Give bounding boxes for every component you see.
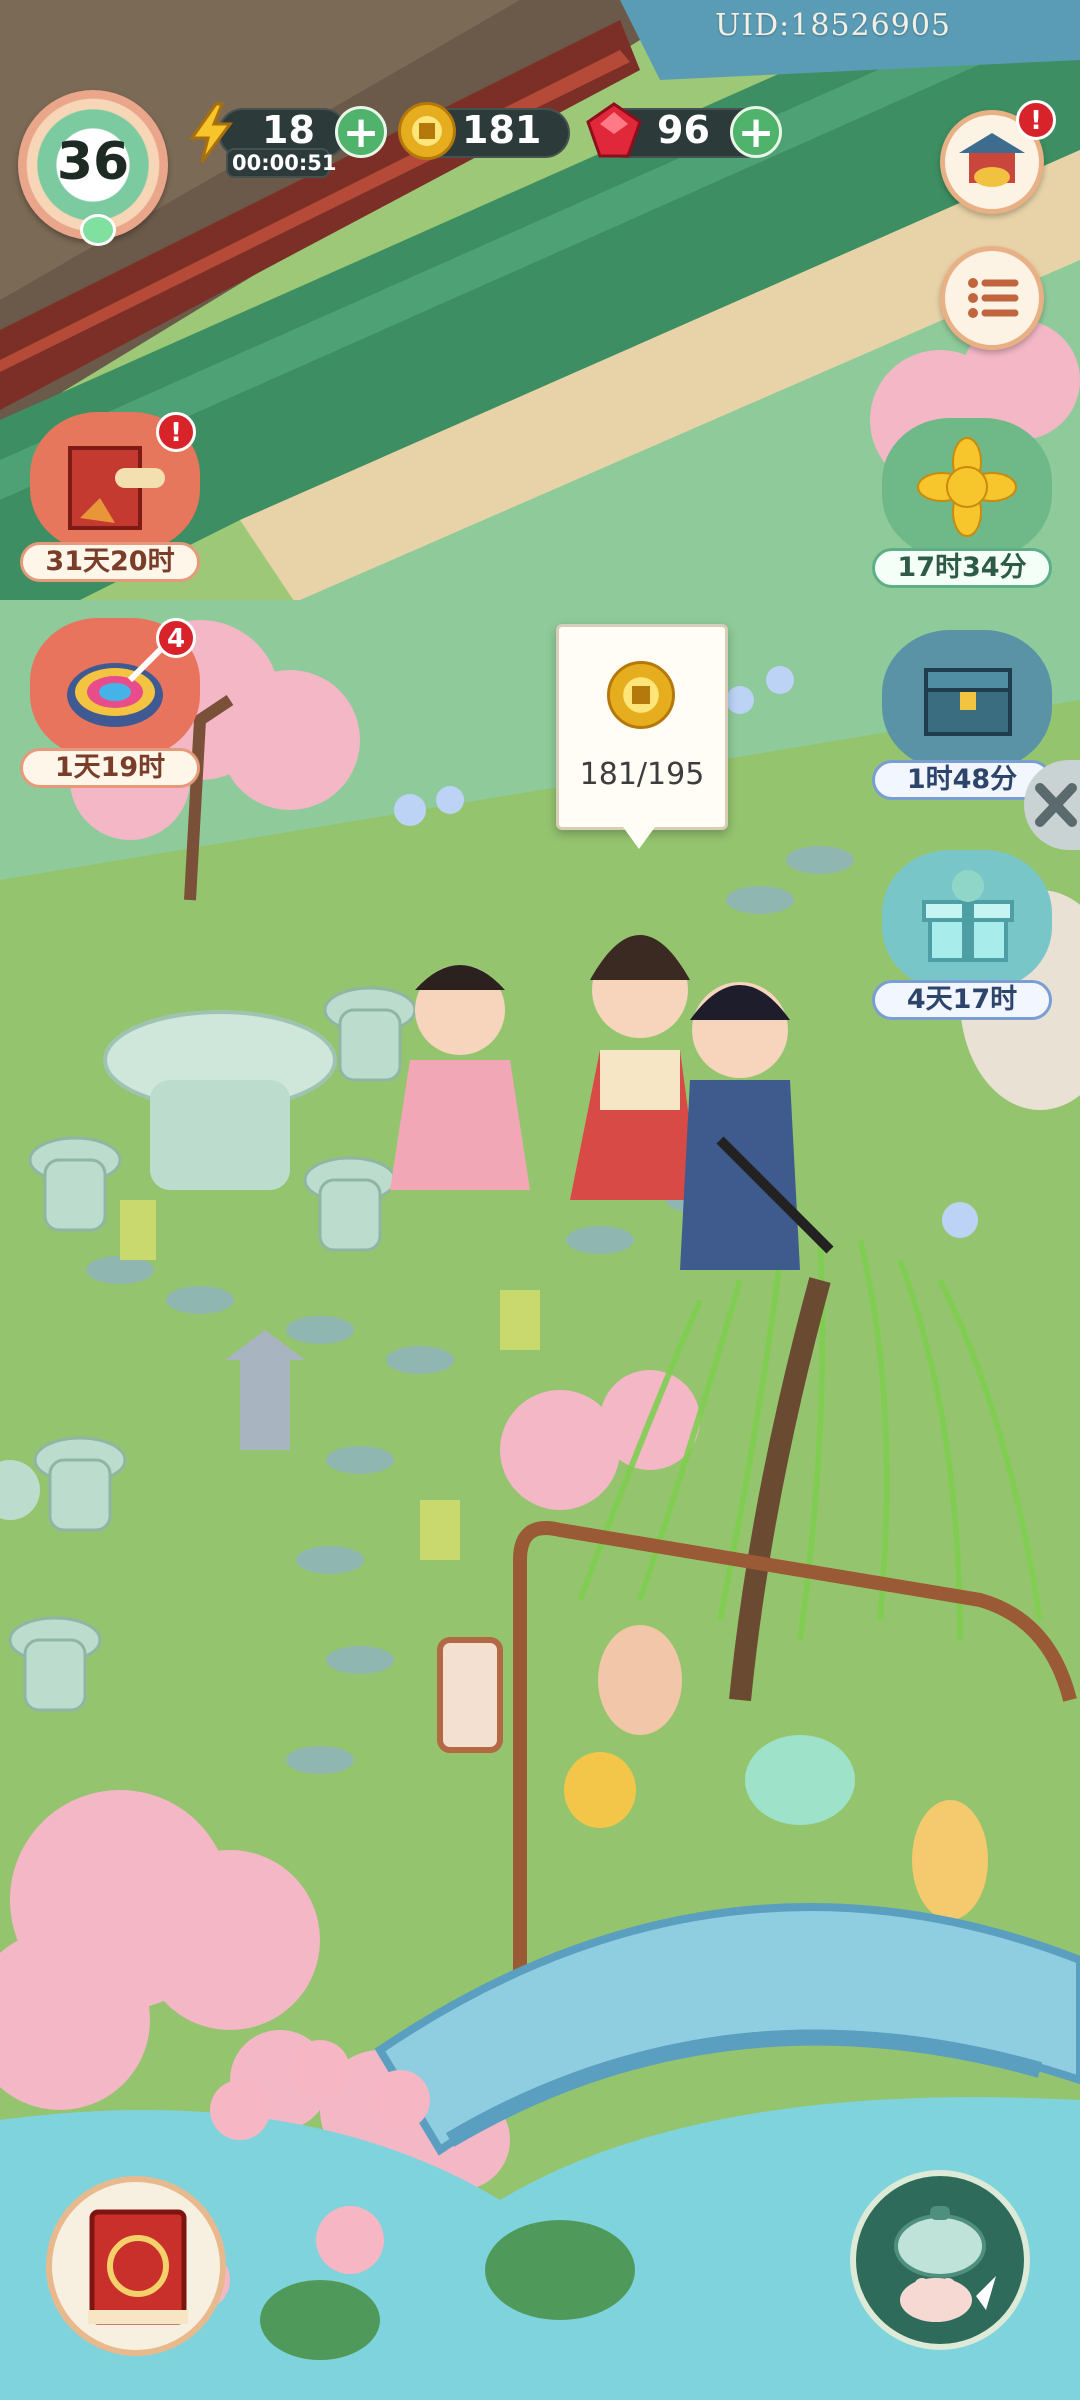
level-number: 36 (56, 132, 130, 192)
paint-event-timer: 1天19时 (20, 748, 200, 788)
level-gem-icon (80, 214, 116, 246)
chrysanthemum-event-timer: 17时34分 (872, 548, 1052, 588)
tea-button[interactable] (850, 2170, 1030, 2350)
coin-icon (607, 661, 675, 729)
scroll-book-icon (68, 446, 165, 530)
book-icon (88, 2209, 188, 2325)
close-icon (1035, 783, 1077, 827)
list-menu-icon (968, 278, 1019, 318)
coin-icon (398, 102, 456, 160)
ruby-icon (586, 102, 642, 158)
player-level-badge[interactable]: 36 (18, 90, 168, 250)
add-energy-button[interactable]: + (335, 106, 387, 158)
garden-background (0, 0, 1080, 2400)
event-chrysanthemum[interactable]: 17时34分 (872, 418, 1052, 593)
book-event-timer: 31天20时 (20, 542, 200, 582)
teapot-icon (894, 2206, 996, 2322)
coin-progress-text: 181/195 (579, 757, 705, 792)
energy-value: 18 (262, 108, 315, 152)
paint-event-badge: 4 (156, 618, 196, 658)
event-book[interactable]: 31天20时 ! (20, 412, 200, 587)
rainbow-bowl-icon (67, 643, 167, 727)
menu-button[interactable] (940, 246, 1044, 350)
uid-label: UID:18526905 (715, 8, 951, 43)
side-close-button[interactable] (1024, 760, 1080, 850)
treasure-chest-icon (924, 668, 1012, 736)
gift-event-timer: 4天17时 (872, 980, 1052, 1020)
coins-value: 181 (462, 108, 542, 152)
chrysanthemum-icon (917, 437, 1017, 537)
event-paint[interactable]: 1天19时 4 (20, 618, 200, 793)
gems-value: 96 (657, 108, 710, 152)
energy-timer: 00:00:51 (232, 151, 337, 175)
event-gift[interactable]: 4天17时 (872, 850, 1052, 1025)
add-gems-button[interactable]: + (730, 106, 782, 158)
gift-box-icon (922, 870, 1014, 962)
coin-progress-tooltip[interactable]: 181/195 (556, 624, 728, 849)
garden-scene[interactable] (0, 0, 1080, 2400)
book-event-badge: ! (156, 412, 196, 452)
shop-alert-badge: ! (1016, 100, 1056, 140)
journal-button[interactable] (46, 2176, 226, 2356)
